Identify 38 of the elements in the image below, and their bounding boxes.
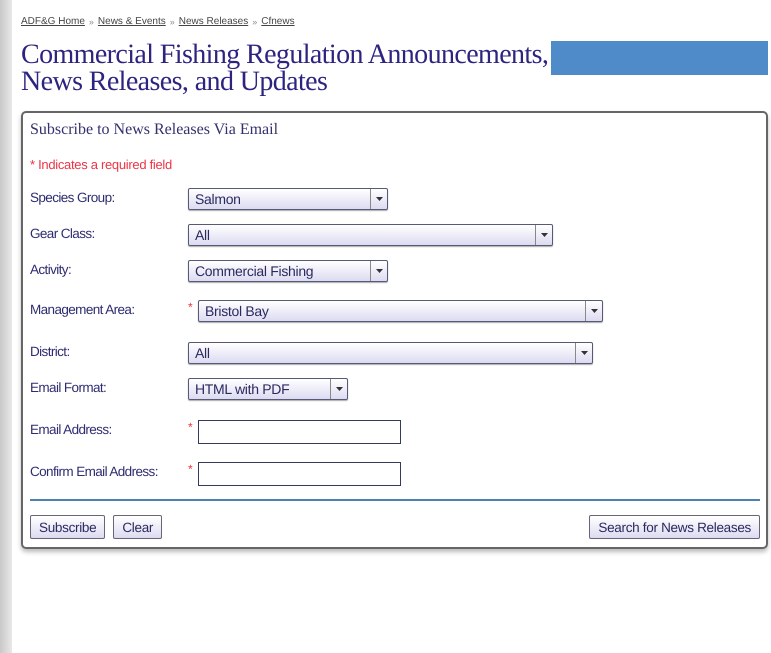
field-label: Species Group: (30, 189, 116, 205)
form-heading: Subscribe to News Releases Via Email (30, 121, 280, 139)
field-label: District: (30, 343, 71, 359)
form-button[interactable]: Clear (113, 515, 162, 539)
dropdown[interactable]: Commercial Fishing (188, 260, 388, 282)
caret-icon (376, 197, 382, 201)
field-label: Email Format: (30, 379, 108, 395)
breadcrumb-link[interactable]: News & Events (98, 16, 166, 27)
field-label: Confirm Email Address: (30, 463, 159, 479)
input-field[interactable] (198, 420, 401, 444)
caret-icon (540, 233, 548, 237)
breadcrumb-separator: » (88, 16, 94, 26)
field-label: Management Area: (30, 301, 136, 317)
field-label: Email Address: (30, 421, 113, 437)
caret-icon (336, 387, 342, 391)
page-title: Commercial Fishing Regulation Announcements, News Releases, and Updates (21, 41, 550, 95)
dropdown[interactable]: Salmon (188, 188, 388, 210)
form-button[interactable]: Subscribe (30, 515, 106, 539)
required-mark: * (188, 420, 194, 434)
caret-icon (376, 269, 382, 273)
breadcrumb-link[interactable]: News Releases (178, 16, 248, 27)
input-field[interactable] (198, 462, 401, 486)
dropdown[interactable]: Bristol Bay (198, 300, 603, 322)
breadcrumb-link[interactable]: ADF&G Home (21, 16, 85, 27)
breadcrumb-separator: » (170, 16, 175, 26)
search-button[interactable]: Search for News Releases (589, 515, 760, 539)
caret-icon (590, 309, 598, 313)
field-label: Activity: (30, 261, 72, 277)
dropdown[interactable]: All (188, 342, 593, 364)
dropdown[interactable]: HTML with PDF (188, 378, 348, 400)
breadcrumb-separator: » (252, 16, 258, 26)
breadcrumb-link[interactable]: Cfnews (261, 16, 295, 27)
field-label: Gear Class: (30, 225, 96, 241)
dropdown[interactable]: All (188, 224, 553, 246)
required-mark: * (188, 300, 194, 314)
caret-icon (580, 351, 588, 355)
required-note: * Indicates a required field (30, 157, 173, 172)
required-mark: * (188, 462, 194, 476)
